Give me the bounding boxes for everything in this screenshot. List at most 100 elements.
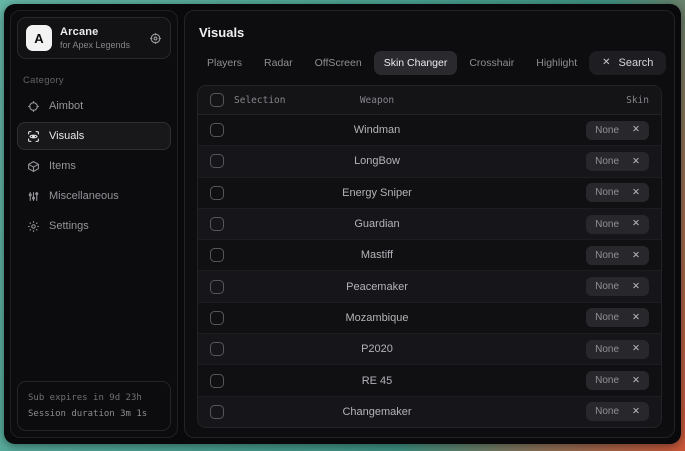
- weapon-name: Guardian: [354, 218, 399, 230]
- app-header-card: A Arcane for Apex Legends: [17, 17, 171, 59]
- select-all-checkbox[interactable]: [210, 93, 224, 107]
- table-row: Peacemaker None ✕: [198, 270, 661, 301]
- clear-skin-icon[interactable]: ✕: [632, 407, 640, 417]
- table-row: Energy Sniper None ✕: [198, 177, 661, 208]
- weapon-name: Mastiff: [361, 249, 393, 261]
- skin-select-badge[interactable]: None ✕: [586, 152, 649, 171]
- weapon-name: Energy Sniper: [342, 187, 412, 199]
- column-header-skin: Skin: [626, 95, 649, 106]
- skin-select-badge[interactable]: None ✕: [586, 215, 649, 234]
- skin-value: None: [595, 375, 619, 386]
- skin-value: None: [595, 156, 619, 167]
- box-icon: [27, 160, 40, 173]
- tab-skin-changer[interactable]: Skin Changer: [374, 51, 458, 75]
- tab-crosshair[interactable]: Crosshair: [459, 51, 524, 75]
- sidebar-item-items[interactable]: Items: [17, 152, 171, 180]
- skin-select-badge[interactable]: None ✕: [586, 277, 649, 296]
- clear-skin-icon[interactable]: ✕: [632, 125, 640, 135]
- skin-value: None: [595, 187, 619, 198]
- clear-skin-icon[interactable]: ✕: [632, 313, 640, 323]
- weapon-name: Changemaker: [342, 406, 411, 418]
- sidebar-item-label: Aimbot: [49, 100, 83, 112]
- row-checkbox[interactable]: [210, 217, 224, 231]
- table-row: Mozambique None ✕: [198, 302, 661, 333]
- skin-select-badge[interactable]: None ✕: [586, 340, 649, 359]
- row-checkbox[interactable]: [210, 405, 224, 419]
- eye-scan-icon: [27, 130, 40, 143]
- row-checkbox[interactable]: [210, 374, 224, 388]
- sidebar-item-label: Items: [49, 160, 76, 172]
- tab-radar[interactable]: Radar: [254, 51, 303, 75]
- sidebar-item-label: Settings: [49, 220, 89, 232]
- sidebar-item-miscellaneous[interactable]: Miscellaneous: [17, 182, 171, 210]
- skin-value: None: [595, 312, 619, 323]
- row-checkbox[interactable]: [210, 154, 224, 168]
- target-icon[interactable]: [149, 32, 162, 45]
- weapon-name: LongBow: [354, 155, 400, 167]
- desktop-background: A Arcane for Apex Legends Category Aimbo…: [0, 0, 685, 451]
- table-row: LongBow None ✕: [198, 145, 661, 176]
- weapon-name: Mozambique: [346, 312, 409, 324]
- app-window: A Arcane for Apex Legends Category Aimbo…: [4, 4, 681, 444]
- skin-select-badge[interactable]: None ✕: [586, 308, 649, 327]
- search-button-label: Search: [619, 57, 654, 69]
- sidebar-item-label: Miscellaneous: [49, 190, 119, 202]
- sidebar-item-aimbot[interactable]: Aimbot: [17, 92, 171, 120]
- tab-offscreen[interactable]: OffScreen: [305, 51, 372, 75]
- clear-skin-icon[interactable]: ✕: [632, 282, 640, 292]
- crosshair-icon: [27, 100, 40, 113]
- gear-icon: [27, 220, 40, 233]
- clear-skin-icon[interactable]: ✕: [632, 188, 640, 198]
- app-logo: A: [26, 25, 52, 51]
- skin-select-badge[interactable]: None ✕: [586, 246, 649, 265]
- sidebar-item-settings[interactable]: Settings: [17, 212, 171, 240]
- skin-value: None: [595, 125, 619, 136]
- table-row: Changemaker None ✕: [198, 396, 661, 427]
- clear-skin-icon[interactable]: ✕: [632, 219, 640, 229]
- sidebar: A Arcane for Apex Legends Category Aimbo…: [10, 10, 178, 438]
- row-checkbox[interactable]: [210, 186, 224, 200]
- table-body: WindmanNone✕LongBowNone✕Energy SniperNon…: [198, 115, 661, 427]
- table-header-row: Selection Weapon Skin: [198, 86, 661, 115]
- sliders-icon: [27, 190, 40, 203]
- skin-select-badge[interactable]: None ✕: [586, 121, 649, 140]
- session-info-card: Sub expires in 9d 23h Session duration 3…: [17, 381, 171, 431]
- skin-value: None: [595, 406, 619, 417]
- weapon-name: RE 45: [362, 375, 393, 387]
- skin-changer-table: Selection Weapon Skin WindmanNone✕LongBo…: [197, 85, 662, 428]
- column-header-selection: Selection: [234, 95, 285, 106]
- search-button[interactable]: ✕ Search: [589, 51, 666, 75]
- skin-value: None: [595, 281, 619, 292]
- column-header-weapon: Weapon: [360, 95, 394, 106]
- row-checkbox[interactable]: [210, 248, 224, 262]
- clear-skin-icon[interactable]: ✕: [632, 376, 640, 386]
- weapon-name: P2020: [361, 343, 393, 355]
- table-row: Guardian None ✕: [198, 208, 661, 239]
- skin-value: None: [595, 219, 619, 230]
- skin-select-badge[interactable]: None ✕: [586, 371, 649, 390]
- sidebar-item-label: Visuals: [49, 130, 84, 142]
- skin-value: None: [595, 250, 619, 261]
- row-checkbox[interactable]: [210, 342, 224, 356]
- tab-highlight[interactable]: Highlight: [526, 51, 587, 75]
- tab-bar: PlayersRadarOffScreenSkin ChangerCrossha…: [197, 51, 662, 75]
- skin-select-badge[interactable]: None ✕: [586, 183, 649, 202]
- clear-skin-icon[interactable]: ✕: [632, 157, 640, 167]
- skin-value: None: [595, 344, 619, 355]
- tab-players[interactable]: Players: [197, 51, 252, 75]
- weapon-name: Peacemaker: [346, 281, 408, 293]
- category-label: Category: [23, 75, 165, 86]
- skin-select-badge[interactable]: None ✕: [586, 402, 649, 421]
- app-title-block: Arcane for Apex Legends: [60, 26, 130, 50]
- sidebar-item-visuals[interactable]: Visuals: [17, 122, 171, 150]
- table-row: WindmanNone✕: [198, 115, 661, 145]
- app-name: Arcane: [60, 26, 130, 38]
- clear-skin-icon[interactable]: ✕: [632, 344, 640, 354]
- clear-skin-icon[interactable]: ✕: [632, 251, 640, 261]
- table-row: Mastiff None ✕: [198, 239, 661, 270]
- row-checkbox[interactable]: [210, 311, 224, 325]
- sidebar-nav: Aimbot Visuals Items Miscellaneous Settings: [11, 92, 177, 240]
- search-button-icon: ✕: [602, 58, 610, 68]
- row-checkbox[interactable]: [210, 123, 224, 137]
- row-checkbox[interactable]: [210, 280, 224, 294]
